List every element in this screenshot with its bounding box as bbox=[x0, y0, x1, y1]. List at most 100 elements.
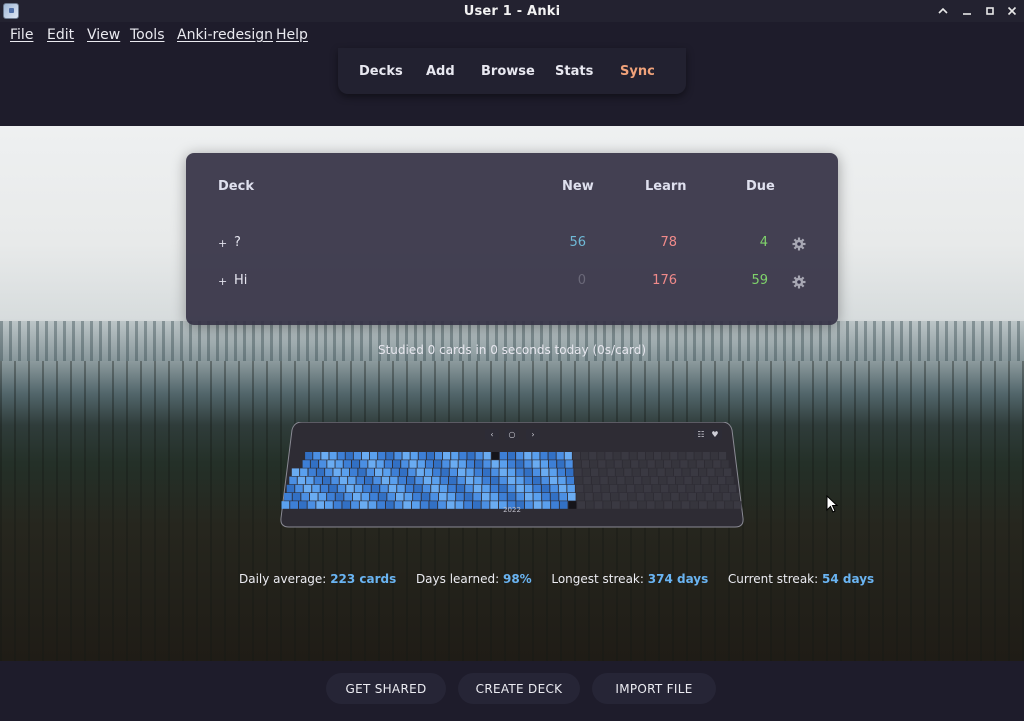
anki-app-icon[interactable] bbox=[3, 3, 19, 19]
heatmap-day-cell[interactable] bbox=[677, 484, 686, 493]
heatmap-day-cell[interactable] bbox=[590, 468, 599, 476]
heatmap-day-cell[interactable] bbox=[577, 501, 585, 509]
heatmap-day-cell[interactable] bbox=[701, 476, 709, 485]
heatmap-day-cell[interactable] bbox=[665, 468, 674, 476]
heatmap-day-cell[interactable] bbox=[559, 501, 568, 509]
heatmap-day-cell[interactable] bbox=[467, 452, 475, 460]
heatmap-day-cell[interactable] bbox=[491, 468, 499, 476]
heatmap-day-cell[interactable] bbox=[305, 452, 313, 460]
heatmap-day-cell[interactable] bbox=[516, 468, 524, 476]
heatmap-day-cell[interactable] bbox=[524, 493, 533, 501]
heatmap-day-cell[interactable] bbox=[692, 476, 701, 485]
heatmap-day-cell[interactable] bbox=[598, 460, 606, 468]
heatmap-day-cell[interactable] bbox=[443, 452, 451, 460]
heatmap-day-cell[interactable] bbox=[702, 452, 710, 460]
heatmap-day-cell[interactable] bbox=[707, 468, 715, 476]
heatmap-day-cell[interactable] bbox=[378, 493, 387, 501]
heatmap-day-cell[interactable] bbox=[558, 476, 566, 485]
heatmap-day-cell[interactable] bbox=[532, 468, 541, 476]
heatmap-day-cell[interactable] bbox=[551, 501, 559, 509]
heatmap-day-cell[interactable] bbox=[354, 484, 363, 493]
heatmap-day-cell[interactable] bbox=[720, 484, 728, 493]
heatmap-day-cell[interactable] bbox=[664, 501, 672, 509]
heatmap-day-cell[interactable] bbox=[483, 460, 491, 468]
heatmap-day-cell[interactable] bbox=[516, 460, 524, 468]
heatmap-day-cell[interactable] bbox=[652, 484, 660, 493]
heatmap-day-cell[interactable] bbox=[361, 452, 370, 460]
heatmap-day-cell[interactable] bbox=[345, 452, 353, 460]
heatmap-day-cell[interactable] bbox=[364, 476, 373, 485]
heatmap-day-cell[interactable] bbox=[418, 452, 426, 460]
heatmap-day-cell[interactable] bbox=[466, 460, 475, 468]
heatmap-day-cell[interactable] bbox=[481, 501, 490, 509]
heatmap-day-cell[interactable] bbox=[678, 452, 686, 460]
heatmap-day-cell[interactable] bbox=[438, 493, 447, 501]
heatmap-day-cell[interactable] bbox=[438, 501, 446, 509]
heatmap-day-cell[interactable] bbox=[698, 468, 707, 476]
heatmap-day-cell[interactable] bbox=[429, 501, 438, 509]
heatmap-day-cell[interactable] bbox=[621, 452, 629, 460]
menu-file[interactable]: File bbox=[10, 27, 33, 43]
heatmap-day-cell[interactable] bbox=[465, 484, 473, 493]
expand-toggle[interactable]: + bbox=[218, 237, 227, 250]
heatmap-day-cell[interactable] bbox=[614, 460, 622, 468]
heatmap-day-cell[interactable] bbox=[415, 476, 423, 485]
heatmap-day-cell[interactable] bbox=[398, 476, 407, 485]
heatmap-day-cell[interactable] bbox=[722, 493, 731, 501]
heatmap-day-cell[interactable] bbox=[582, 468, 590, 476]
heatmap-day-cell[interactable] bbox=[366, 468, 374, 476]
heatmap-day-cell[interactable] bbox=[633, 476, 642, 485]
heatmap-day-cell[interactable] bbox=[482, 484, 490, 493]
import-file-button[interactable]: IMPORT FILE bbox=[592, 673, 716, 704]
heatmap-day-cell[interactable] bbox=[376, 460, 384, 468]
heatmap-day-cell[interactable] bbox=[675, 476, 684, 485]
heatmap-day-cell[interactable] bbox=[351, 501, 359, 509]
heatmap-day-cell[interactable] bbox=[699, 501, 707, 509]
heatmap-day-cell[interactable] bbox=[331, 476, 339, 485]
heatmap-day-cell[interactable] bbox=[499, 476, 507, 485]
heatmap-day-cell[interactable] bbox=[295, 484, 303, 493]
heatmap-day-cell[interactable] bbox=[434, 452, 443, 460]
heatmap-day-cell[interactable] bbox=[424, 468, 433, 476]
heatmap-day-cell[interactable] bbox=[302, 460, 310, 468]
heatmap-day-cell[interactable] bbox=[593, 493, 602, 501]
heatmap-day-cell[interactable] bbox=[674, 468, 682, 476]
heatmap-day-cell[interactable] bbox=[491, 452, 499, 460]
prev-year-icon[interactable]: ‹ bbox=[485, 429, 499, 440]
heatmap-day-cell[interactable] bbox=[413, 493, 421, 501]
heatmap-day-cell[interactable] bbox=[659, 476, 667, 485]
heatmap-day-cell[interactable] bbox=[313, 452, 321, 460]
heatmap-day-cell[interactable] bbox=[300, 468, 308, 476]
heatmap-day-cell[interactable] bbox=[499, 484, 507, 493]
heatmap-day-cell[interactable] bbox=[507, 468, 516, 476]
heatmap-day-cell[interactable] bbox=[455, 501, 464, 509]
deck-row[interactable]: + ? 56 78 4 bbox=[186, 233, 838, 257]
heatmap-day-cell[interactable] bbox=[725, 501, 733, 509]
heatmap-day-cell[interactable] bbox=[533, 501, 542, 509]
next-year-icon[interactable]: › bbox=[526, 429, 540, 440]
heatmap-day-cell[interactable] bbox=[439, 484, 448, 493]
heatmap-day-cell[interactable] bbox=[646, 501, 655, 509]
heatmap-day-cell[interactable] bbox=[456, 493, 464, 501]
heatmap-day-cell[interactable] bbox=[599, 468, 607, 476]
keep-above-icon[interactable] bbox=[934, 2, 952, 20]
heatmap-day-cell[interactable] bbox=[636, 493, 645, 501]
heatmap-day-cell[interactable] bbox=[321, 452, 329, 460]
heatmap-day-cell[interactable] bbox=[397, 484, 405, 493]
heatmap-day-cell[interactable] bbox=[482, 476, 491, 485]
heatmap-day-cell[interactable] bbox=[585, 493, 593, 501]
heatmap-day-cell[interactable] bbox=[474, 476, 482, 485]
heatmap-day-cell[interactable] bbox=[557, 468, 566, 476]
heatmap-day-cell[interactable] bbox=[316, 468, 325, 476]
heatmap-day-cell[interactable] bbox=[473, 493, 481, 501]
heatmap-day-cell[interactable] bbox=[499, 452, 507, 460]
heatmap-day-cell[interactable] bbox=[592, 484, 601, 493]
heatmap-day-cell[interactable] bbox=[309, 493, 318, 501]
heatmap-day-cell[interactable] bbox=[404, 493, 413, 501]
heatmap-day-cell[interactable] bbox=[325, 501, 333, 509]
heatmap-day-cell[interactable] bbox=[615, 468, 624, 476]
heatmap-day-cell[interactable] bbox=[475, 460, 483, 468]
heatmap-day-cell[interactable] bbox=[707, 501, 716, 509]
heatmap-day-cell[interactable] bbox=[688, 460, 696, 468]
heatmap-day-cell[interactable] bbox=[399, 468, 408, 476]
